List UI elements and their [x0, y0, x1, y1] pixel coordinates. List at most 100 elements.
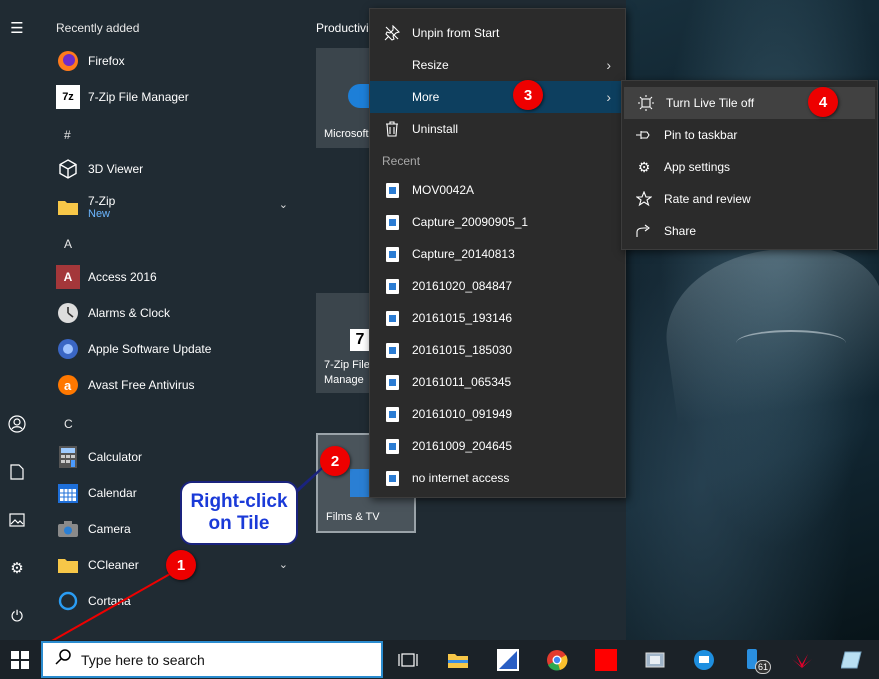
app-7zip-folder[interactable]: 7-Zip New ⌄	[56, 190, 296, 224]
gear-icon: ⚙	[637, 158, 651, 175]
apple-update-icon	[56, 337, 80, 361]
chrome-icon[interactable]	[545, 648, 569, 672]
trash-icon	[382, 121, 402, 137]
app-7zip-file-manager[interactable]: 7z 7-Zip File Manager	[56, 82, 296, 112]
wallpaper-ridge	[655, 235, 879, 425]
recent-file-label: Capture_20140813	[412, 247, 515, 261]
notes-app-icon[interactable]	[840, 648, 864, 672]
menu-item-label: Unpin from Start	[412, 26, 500, 40]
recent-file-label: 20161009_204645	[412, 439, 513, 453]
chevron-down-icon[interactable]: ⌄	[279, 558, 288, 571]
calculator-icon	[56, 445, 80, 469]
tile-label-line2: Manage	[324, 374, 364, 386]
video-file-icon	[385, 374, 399, 390]
menu-item-unpin[interactable]: Unpin from Start	[370, 17, 625, 49]
app-alarms-clock[interactable]: Alarms & Clock	[56, 298, 296, 328]
recent-file-item[interactable]: Capture_20140813	[370, 238, 625, 270]
recent-file-label: no internet access	[412, 471, 510, 485]
7zip-icon: 7	[350, 329, 370, 351]
power-icon[interactable]: ⏻	[7, 606, 27, 626]
tile-microsoft-edge[interactable]: Microsoft	[316, 48, 370, 148]
menu-item-uninstall[interactable]: Uninstall	[370, 113, 625, 145]
remote-desktop-icon[interactable]	[692, 648, 716, 672]
clock-icon	[56, 301, 80, 325]
recent-header: Recent	[382, 154, 421, 168]
app-cortana[interactable]: Cortana	[56, 586, 296, 616]
avast-icon: a	[56, 373, 80, 397]
step-badge-1: 1	[166, 550, 196, 580]
recent-file-item[interactable]: 20161015_185030	[370, 334, 625, 366]
tile-7zip[interactable]: 7 7-Zip File Manage	[316, 293, 370, 393]
screen-capture-icon[interactable]	[643, 648, 667, 672]
video-file-icon	[385, 246, 399, 262]
right-click-callout: Right-click on Tile	[180, 481, 298, 545]
app-firefox[interactable]: Firefox	[56, 46, 296, 76]
tile-label-line1: 7-Zip File	[324, 359, 370, 371]
recent-file-label: 20161010_091949	[412, 407, 513, 421]
submenu-item-pin-to-taskbar[interactable]: Pin to taskbar	[622, 119, 877, 151]
pictures-icon[interactable]	[7, 510, 27, 530]
chevron-right-icon: ›	[606, 89, 611, 105]
app-apple-software-update[interactable]: Apple Software Update	[56, 334, 296, 364]
recent-file-item[interactable]: MOV0042A	[370, 174, 625, 206]
calendar-icon	[56, 481, 80, 505]
video-file-icon	[385, 406, 399, 422]
submenu-item-rate-and-review[interactable]: Rate and review	[622, 183, 877, 215]
access-icon: A	[56, 265, 80, 289]
submenu-item-label: Rate and review	[664, 192, 751, 206]
menu-item-label: Resize	[412, 58, 449, 72]
settings-gear-icon[interactable]: ⚙	[7, 558, 27, 578]
windows-logo-icon	[11, 650, 29, 669]
more-submenu: Turn Live Tile off Pin to taskbar ⚙ App …	[621, 80, 878, 250]
recent-file-item[interactable]: Capture_20090905_1	[370, 206, 625, 238]
huawei-icon[interactable]	[790, 648, 814, 672]
phone-app-icon[interactable]: 61	[742, 648, 772, 674]
star-icon	[634, 191, 654, 207]
folder-icon	[56, 195, 80, 219]
app-avast[interactable]: a Avast Free Antivirus	[56, 370, 296, 400]
app-name: Firefox	[88, 54, 125, 68]
recent-file-item[interactable]: 20161011_065345	[370, 366, 625, 398]
submenu-item-label: Share	[664, 224, 697, 238]
start-button[interactable]	[0, 640, 40, 679]
camera-icon	[56, 517, 80, 541]
hamburger-menu-icon[interactable]: ☰	[7, 18, 27, 38]
recent-file-label: 20161011_065345	[412, 375, 512, 389]
file-explorer-icon[interactable]	[446, 648, 470, 672]
taskbar-search-box[interactable]: Type here to search	[41, 641, 383, 678]
app-3d-viewer[interactable]: 3D Viewer	[56, 154, 296, 184]
edge-icon	[348, 84, 370, 108]
recent-file-label: Capture_20090905_1	[412, 215, 529, 229]
app-icon-blue-square[interactable]	[496, 648, 520, 672]
recent-file-item[interactable]: 20161015_193146	[370, 302, 625, 334]
start-rail: ☰ ⚙ ⏻	[0, 0, 34, 640]
app-access-2016[interactable]: A Access 2016	[56, 262, 296, 292]
user-account-icon[interactable]	[7, 414, 27, 434]
app-name: Alarms & Clock	[88, 306, 171, 320]
task-view-icon[interactable]	[396, 648, 420, 672]
app-name: Cortana	[88, 594, 131, 608]
video-file-icon	[385, 342, 399, 358]
video-file-icon	[385, 182, 399, 198]
recent-file-item[interactable]: 20161020_084847	[370, 270, 625, 302]
app-name: Apple Software Update	[88, 342, 212, 356]
app-calculator[interactable]: Calculator	[56, 442, 296, 472]
recent-file-item[interactable]: 20161009_204645	[370, 430, 625, 462]
recent-file-item[interactable]: no internet access	[370, 462, 625, 494]
submenu-item-share[interactable]: Share	[622, 215, 877, 247]
red-app-icon[interactable]	[594, 648, 618, 672]
svg-text:a: a	[64, 378, 72, 393]
documents-icon[interactable]	[7, 462, 27, 482]
step-badge-3: 3	[513, 80, 543, 110]
step-badge-4: 4	[808, 87, 838, 117]
productivity-group-header: Productivi	[316, 21, 369, 35]
submenu-item-label: App settings	[664, 160, 731, 174]
menu-item-more[interactable]: More ›	[370, 81, 625, 113]
7zip-icon: 7z	[56, 85, 80, 109]
submenu-item-app-settings[interactable]: ⚙ App settings	[622, 151, 877, 183]
recent-file-item[interactable]: 20161010_091949	[370, 398, 625, 430]
chevron-down-icon[interactable]: ⌄	[279, 198, 288, 211]
recent-file-label: 20161015_185030	[412, 343, 513, 357]
menu-item-resize[interactable]: Resize ›	[370, 49, 625, 81]
app-name: Access 2016	[88, 270, 157, 284]
